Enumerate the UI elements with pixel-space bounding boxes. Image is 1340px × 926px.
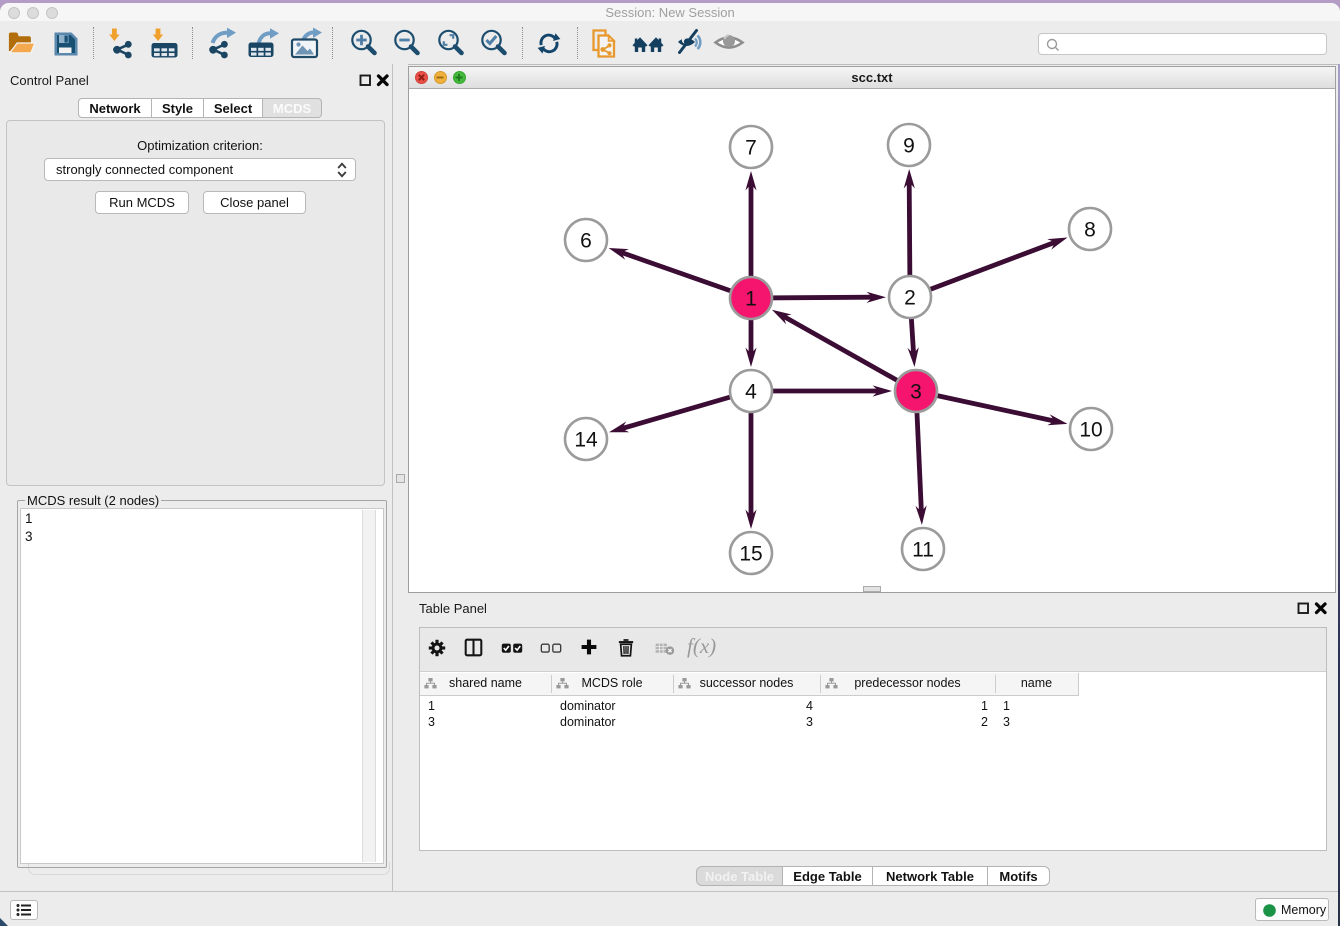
svg-text:7: 7 <box>745 137 757 160</box>
svg-text:1: 1 <box>745 288 757 311</box>
svg-text:6: 6 <box>580 230 592 253</box>
svg-text:9: 9 <box>903 135 915 158</box>
svg-text:2: 2 <box>904 287 916 310</box>
svg-text:3: 3 <box>910 381 922 404</box>
svg-text:14: 14 <box>574 429 598 452</box>
svg-text:15: 15 <box>739 543 762 566</box>
svg-text:4: 4 <box>745 381 757 404</box>
svg-text:10: 10 <box>1079 419 1102 442</box>
svg-text:11: 11 <box>912 539 934 562</box>
svg-text:8: 8 <box>1084 219 1096 242</box>
